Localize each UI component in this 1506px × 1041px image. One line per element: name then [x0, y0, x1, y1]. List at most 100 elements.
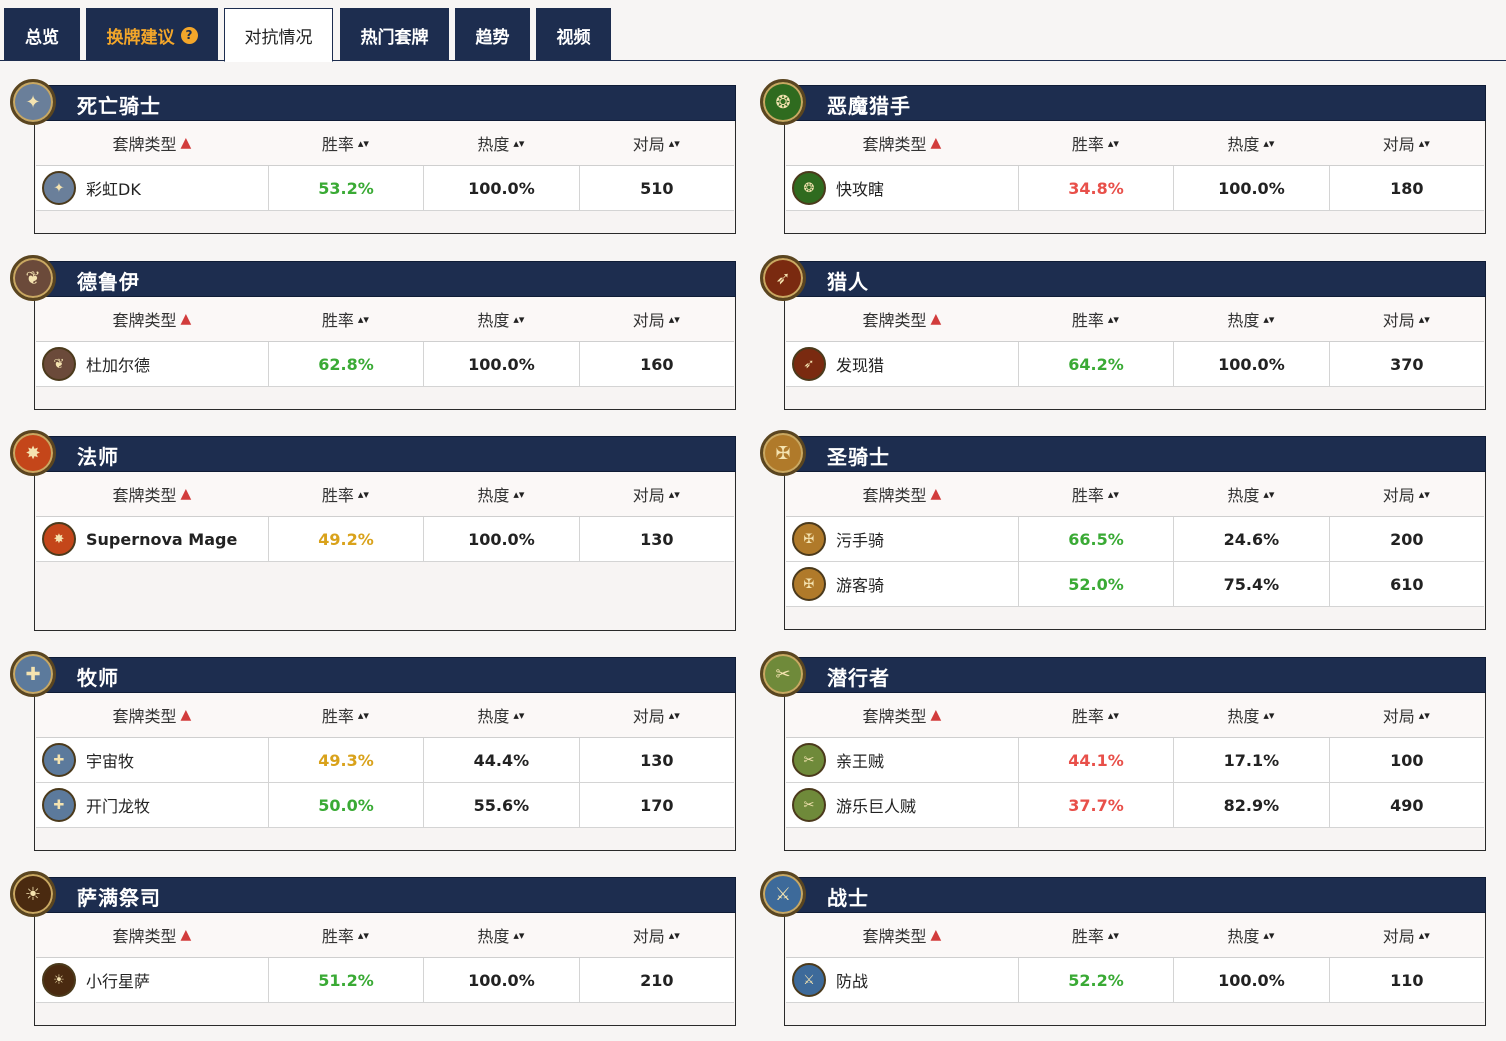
deck-name-cell[interactable]: ➶ 发现猎 [786, 342, 1018, 386]
sort-deck-type-header[interactable]: 套牌类型 ▲ [36, 703, 268, 727]
popularity-cell: 100.0% [1173, 166, 1328, 210]
sort-winrate-header[interactable]: 胜率 ▴▾ [1018, 703, 1173, 727]
tab-trends[interactable]: 趋势 [455, 8, 530, 61]
sort-winrate-header[interactable]: 胜率 ▴▾ [268, 131, 423, 155]
tab-overview[interactable]: 总览 [4, 8, 80, 61]
sort-games-header[interactable]: 对局 ▴▾ [579, 482, 734, 506]
sort-games-header[interactable]: 对局 ▴▾ [1329, 923, 1484, 947]
header-label: 胜率 [1071, 135, 1104, 154]
table-row[interactable]: ✠ 污手骑 66.5% 24.6% 200 [786, 517, 1484, 562]
paladin-deck-icon: ✠ [792, 567, 826, 601]
sort-winrate-header[interactable]: 胜率 ▴▾ [268, 703, 423, 727]
class-title: 法师 [77, 445, 119, 469]
table-row[interactable]: ⚔ 防战 52.2% 100.0% 110 [786, 958, 1484, 1003]
deck-name[interactable]: 开门龙牧 [86, 793, 150, 817]
sort-games-header[interactable]: 对局 ▴▾ [579, 307, 734, 331]
tab-label: 热门套牌 [360, 27, 429, 48]
sort-games-header[interactable]: 对局 ▴▾ [1329, 703, 1484, 727]
druid-deck-icon: ❦ [42, 347, 76, 381]
sort-icon: ▴▾ [1107, 487, 1119, 501]
winrate-cell: 52.2% [1017, 958, 1173, 1002]
deck-name[interactable]: 污手骑 [836, 527, 884, 551]
sort-popularity-header[interactable]: 热度 ▴▾ [1173, 307, 1328, 331]
table-row[interactable]: ✂ 亲王贼 44.1% 17.1% 100 [786, 738, 1484, 783]
deck-name-cell[interactable]: ✚ 开门龙牧 [36, 783, 268, 827]
deck-name[interactable]: 游客骑 [836, 572, 884, 596]
sort-winrate-header[interactable]: 胜率 ▴▾ [268, 923, 423, 947]
deck-name[interactable]: 宇宙牧 [86, 748, 134, 772]
table-row[interactable]: ✦ 彩虹DK 53.2% 100.0% 510 [36, 166, 734, 211]
deck-name-cell[interactable]: ✂ 游乐巨人贼 [786, 783, 1018, 827]
sort-winrate-header[interactable]: 胜率 ▴▾ [1018, 307, 1173, 331]
sort-games-header[interactable]: 对局 ▴▾ [1329, 482, 1484, 506]
sort-winrate-header[interactable]: 胜率 ▴▾ [1018, 482, 1173, 506]
class-panel: ☀ 萨满祭司 套牌类型 ▲ 胜率 ▴▾ 热度 ▴▾ 对局 ▴▾ ☀ 小行星萨 51.2% 100.0% 21… [10, 871, 736, 1026]
deck-name-cell[interactable]: ✚ 宇宙牧 [36, 738, 268, 782]
sort-deck-type-header[interactable]: 套牌类型 ▲ [36, 482, 268, 506]
sort-deck-type-header[interactable]: 套牌类型 ▲ [786, 923, 1018, 947]
sort-deck-type-header[interactable]: 套牌类型 ▲ [36, 131, 268, 155]
sort-popularity-header[interactable]: 热度 ▴▾ [1173, 482, 1328, 506]
deck-name[interactable]: Supernova Mage [86, 530, 237, 549]
table-row[interactable]: ✂ 游乐巨人贼 37.7% 82.9% 490 [786, 783, 1484, 828]
sort-deck-type-header[interactable]: 套牌类型 ▲ [36, 307, 268, 331]
sort-popularity-header[interactable]: 热度 ▴▾ [1173, 131, 1328, 155]
header-label: 套牌类型 [112, 311, 177, 330]
table-row[interactable]: ❦ 杜加尔德 62.8% 100.0% 160 [36, 342, 734, 387]
table-row[interactable]: ❂ 快攻瞎 34.8% 100.0% 180 [786, 166, 1484, 211]
sort-winrate-header[interactable]: 胜率 ▴▾ [1018, 923, 1173, 947]
sort-games-header[interactable]: 对局 ▴▾ [579, 131, 734, 155]
sort-winrate-header[interactable]: 胜率 ▴▾ [1018, 131, 1173, 155]
sort-popularity-header[interactable]: 热度 ▴▾ [423, 307, 578, 331]
table-row[interactable]: ☀ 小行星萨 51.2% 100.0% 210 [36, 958, 734, 1003]
deck-name[interactable]: 防战 [836, 968, 868, 992]
tab-matchups[interactable]: 对抗情况 [224, 8, 333, 62]
deck-name[interactable]: 游乐巨人贼 [836, 793, 916, 817]
deck-name[interactable]: 发现猎 [836, 352, 884, 376]
table-row[interactable]: ✚ 开门龙牧 50.0% 55.6% 170 [36, 783, 734, 828]
tab-videos[interactable]: 视频 [536, 8, 611, 61]
deck-name-cell[interactable]: ✸ Supernova Mage [36, 517, 268, 561]
deck-name-cell[interactable]: ☀ 小行星萨 [36, 958, 268, 1002]
deck-name-cell[interactable]: ❦ 杜加尔德 [36, 342, 268, 386]
sort-winrate-header[interactable]: 胜率 ▴▾ [268, 482, 423, 506]
sort-deck-type-header[interactable]: 套牌类型 ▲ [786, 482, 1018, 506]
sort-deck-type-header[interactable]: 套牌类型 ▲ [36, 923, 268, 947]
table-row[interactable]: ✸ Supernova Mage 49.2% 100.0% 130 [36, 517, 734, 562]
sort-deck-type-header[interactable]: 套牌类型 ▲ [786, 307, 1018, 331]
tab-mulligan[interactable]: 换牌建议? [86, 8, 218, 61]
sort-popularity-header[interactable]: 热度 ▴▾ [423, 131, 578, 155]
deck-name[interactable]: 亲王贼 [836, 748, 884, 772]
sort-icon: ▴▾ [357, 708, 369, 722]
sort-popularity-header[interactable]: 热度 ▴▾ [423, 703, 578, 727]
sort-asc-icon: ▲ [930, 135, 942, 151]
deck-name-cell[interactable]: ✦ 彩虹DK [36, 166, 268, 210]
deck-name-cell[interactable]: ❂ 快攻瞎 [786, 166, 1018, 210]
deck-name-cell[interactable]: ⚔ 防战 [786, 958, 1018, 1002]
table-row[interactable]: ✠ 游客骑 52.0% 75.4% 610 [786, 562, 1484, 607]
table-row[interactable]: ✚ 宇宙牧 49.3% 44.4% 130 [36, 738, 734, 783]
sort-games-header[interactable]: 对局 ▴▾ [1329, 131, 1484, 155]
sort-popularity-header[interactable]: 热度 ▴▾ [423, 923, 578, 947]
deck-name-cell[interactable]: ✠ 污手骑 [786, 517, 1018, 561]
sort-winrate-header[interactable]: 胜率 ▴▾ [268, 307, 423, 331]
popularity-cell: 17.1% [1173, 738, 1328, 782]
sort-popularity-header[interactable]: 热度 ▴▾ [423, 482, 578, 506]
header-label: 热度 [477, 311, 510, 330]
deck-name-cell[interactable]: ✠ 游客骑 [786, 562, 1018, 606]
sort-games-header[interactable]: 对局 ▴▾ [1329, 307, 1484, 331]
help-icon[interactable]: ? [180, 26, 198, 44]
table-row[interactable]: ➶ 发现猎 64.2% 100.0% 370 [786, 342, 1484, 387]
tab-popular-decks[interactable]: 热门套牌 [340, 8, 449, 61]
sort-games-header[interactable]: 对局 ▴▾ [579, 703, 734, 727]
sort-popularity-header[interactable]: 热度 ▴▾ [1173, 703, 1328, 727]
deck-name[interactable]: 彩虹DK [86, 176, 141, 200]
deck-name-cell[interactable]: ✂ 亲王贼 [786, 738, 1018, 782]
sort-popularity-header[interactable]: 热度 ▴▾ [1173, 923, 1328, 947]
deck-name[interactable]: 杜加尔德 [86, 352, 150, 376]
sort-games-header[interactable]: 对局 ▴▾ [579, 923, 734, 947]
deck-name[interactable]: 小行星萨 [86, 968, 150, 992]
deck-name[interactable]: 快攻瞎 [836, 176, 884, 200]
sort-deck-type-header[interactable]: 套牌类型 ▲ [786, 131, 1018, 155]
sort-deck-type-header[interactable]: 套牌类型 ▲ [786, 703, 1018, 727]
